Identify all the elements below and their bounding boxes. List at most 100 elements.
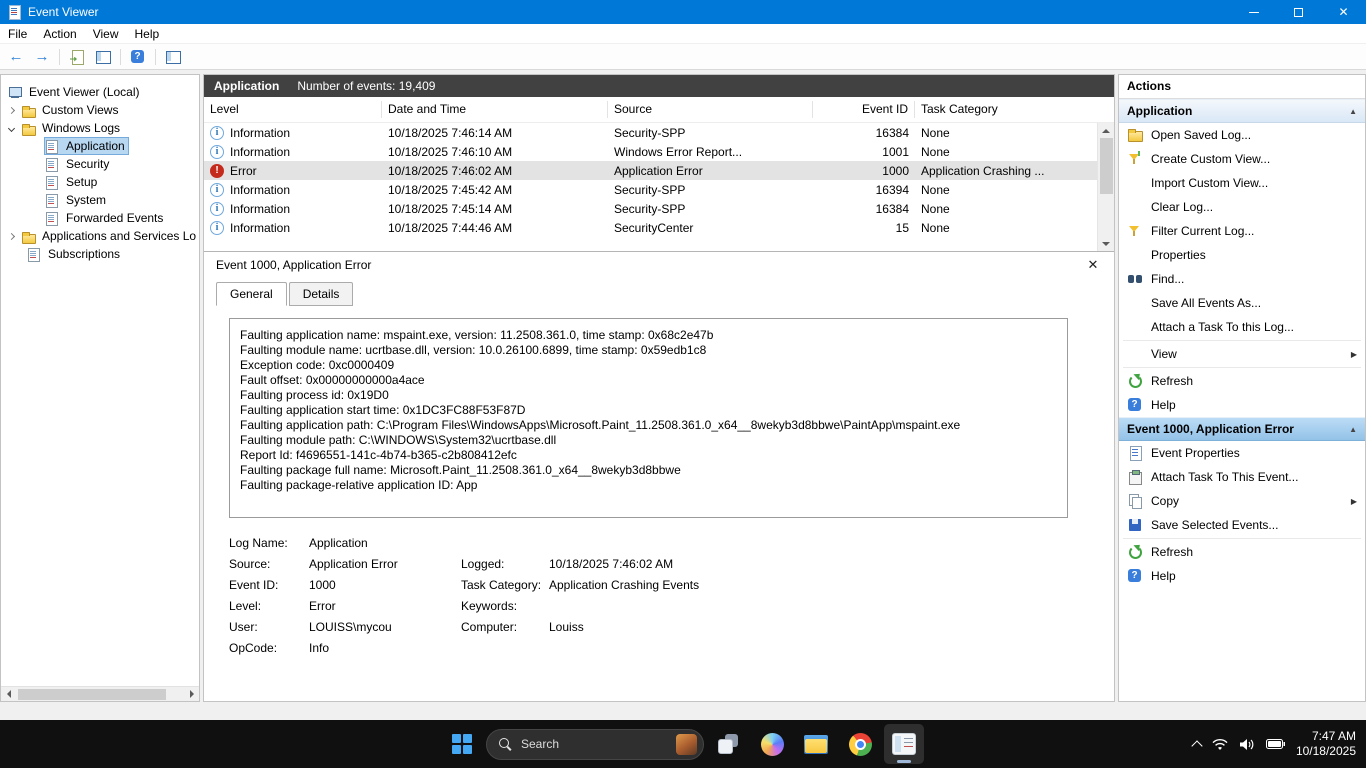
- event-list-panel: Application Number of events: 19,409 Lev…: [203, 74, 1115, 702]
- collapse-arrow-icon[interactable]: ▲: [1349, 425, 1357, 434]
- chevron-down-icon[interactable]: [7, 124, 16, 132]
- tree-horizontal-scrollbar[interactable]: [1, 686, 199, 701]
- column-header-event-id[interactable]: Event ID: [813, 101, 915, 118]
- action-refresh-event[interactable]: Refresh: [1119, 540, 1365, 564]
- description-line: Faulting module name: ucrtbase.dll, vers…: [240, 343, 707, 357]
- tree-item-security[interactable]: Security: [1, 155, 199, 173]
- action-create-custom-view[interactable]: Create Custom View...: [1119, 147, 1365, 171]
- scrollbar-thumb[interactable]: [18, 689, 166, 700]
- event-task-category: None: [921, 125, 950, 140]
- tree-label: Windows Logs: [42, 121, 121, 135]
- chevron-right-icon[interactable]: [7, 232, 16, 240]
- event-viewer-taskbar-button[interactable]: [884, 724, 924, 764]
- action-help-log[interactable]: Help: [1119, 393, 1365, 417]
- chrome-icon: [848, 732, 872, 756]
- back-button[interactable]: ←: [4, 46, 28, 68]
- menu-help[interactable]: Help: [127, 25, 168, 43]
- event-row[interactable]: Information 10/18/2025 7:44:46 AM Securi…: [204, 218, 1097, 237]
- menu-view[interactable]: View: [85, 25, 127, 43]
- action-clear-log[interactable]: Clear Log...: [1119, 195, 1365, 219]
- event-source: SecurityCenter: [614, 220, 694, 235]
- field-value: [549, 599, 1068, 613]
- tree-item-windows-logs[interactable]: Windows Logs: [1, 119, 199, 137]
- action-import-custom-view[interactable]: Import Custom View...: [1119, 171, 1365, 195]
- tree-item-subscriptions[interactable]: Subscriptions: [1, 245, 199, 263]
- event-row[interactable]: Information 10/18/2025 7:45:42 AM Securi…: [204, 180, 1097, 199]
- event-row[interactable]: Information 10/18/2025 7:46:10 AM Window…: [204, 142, 1097, 161]
- column-header-source[interactable]: Source: [608, 101, 813, 118]
- scroll-down-arrow[interactable]: [1098, 236, 1114, 251]
- chevron-right-icon[interactable]: [7, 106, 16, 114]
- event-list-scrollbar[interactable]: [1097, 123, 1114, 251]
- taskbar-search[interactable]: Search: [486, 728, 704, 760]
- action-event-properties[interactable]: Event Properties: [1119, 441, 1365, 465]
- maximize-button[interactable]: [1276, 0, 1321, 24]
- close-button[interactable]: ✕: [1321, 0, 1366, 24]
- error-icon: [210, 163, 224, 178]
- hidden-icons-chevron[interactable]: [1191, 740, 1203, 752]
- tree-item-forwarded-events[interactable]: Forwarded Events: [1, 209, 199, 227]
- wifi-icon[interactable]: [1212, 738, 1228, 751]
- actions-section-event[interactable]: Event 1000, Application Error ▲: [1119, 417, 1365, 441]
- log-title: Application: [214, 79, 280, 93]
- copilot-button[interactable]: [752, 724, 792, 764]
- column-header-date-time[interactable]: Date and Time: [382, 101, 608, 118]
- action-save-all-events-as[interactable]: Save All Events As...: [1119, 291, 1365, 315]
- action-view-submenu[interactable]: View ▶: [1119, 342, 1365, 366]
- task-view-button[interactable]: [708, 724, 748, 764]
- collapse-arrow-icon[interactable]: ▲: [1349, 107, 1357, 116]
- export-list-button[interactable]: [65, 46, 89, 68]
- tree-item-event-viewer-local[interactable]: Event Viewer (Local): [1, 83, 199, 101]
- event-level: Information: [230, 125, 291, 140]
- action-save-selected-events[interactable]: Save Selected Events...: [1119, 513, 1365, 537]
- action-attach-task-to-event[interactable]: Attach Task To This Event...: [1119, 465, 1365, 489]
- tree-item-system[interactable]: System: [1, 191, 199, 209]
- minimize-button[interactable]: [1231, 0, 1276, 24]
- scroll-left-arrow[interactable]: [1, 687, 16, 702]
- action-help-event[interactable]: Help: [1119, 564, 1365, 588]
- file-explorer-button[interactable]: [796, 724, 836, 764]
- action-copy-submenu[interactable]: Copy ▶: [1119, 489, 1365, 513]
- windows-logo-icon: [452, 734, 472, 754]
- log-icon: [45, 175, 60, 190]
- taskbar-clock[interactable]: 7:47 AM 10/18/2025: [1296, 729, 1356, 759]
- tree-label: Forwarded Events: [66, 211, 164, 225]
- event-row-selected[interactable]: Error 10/18/2025 7:46:02 AM Application …: [204, 161, 1097, 180]
- tree-item-application[interactable]: Application: [1, 137, 199, 155]
- show-action-pane-button[interactable]: [161, 46, 185, 68]
- action-open-saved-log[interactable]: Open Saved Log...: [1119, 123, 1365, 147]
- column-header-level[interactable]: Level: [204, 101, 382, 118]
- tree-item-applications-and-services[interactable]: Applications and Services Lo: [1, 227, 199, 245]
- field-label: Source:: [229, 557, 271, 571]
- event-row[interactable]: Information 10/18/2025 7:45:14 AM Securi…: [204, 199, 1097, 218]
- tab-details[interactable]: Details: [288, 282, 354, 306]
- action-attach-task-to-log[interactable]: Attach a Task To this Log...: [1119, 315, 1365, 339]
- show-console-tree-button[interactable]: [91, 46, 115, 68]
- tree-item-setup[interactable]: Setup: [1, 173, 199, 191]
- field-value: Louiss: [549, 620, 584, 634]
- scroll-up-arrow[interactable]: [1098, 123, 1114, 138]
- event-id: 1000: [882, 163, 909, 178]
- column-header-task-category[interactable]: Task Category: [915, 101, 1114, 118]
- forward-button[interactable]: →: [30, 46, 54, 68]
- scroll-right-arrow[interactable]: [184, 687, 199, 702]
- close-detail-icon[interactable]: ✕: [1084, 257, 1102, 273]
- scrollbar-thumb[interactable]: [1100, 138, 1113, 194]
- action-refresh-log[interactable]: Refresh: [1119, 369, 1365, 393]
- menu-file[interactable]: File: [0, 25, 35, 43]
- battery-icon[interactable]: [1265, 739, 1285, 749]
- chrome-button[interactable]: [840, 724, 880, 764]
- help-button[interactable]: [126, 46, 150, 68]
- action-properties[interactable]: Properties: [1119, 243, 1365, 267]
- tree-item-custom-views[interactable]: Custom Views: [1, 101, 199, 119]
- export-document-icon: [69, 49, 85, 65]
- start-button[interactable]: [442, 724, 482, 764]
- action-filter-current-log[interactable]: Filter Current Log...: [1119, 219, 1365, 243]
- menu-action[interactable]: Action: [35, 25, 84, 43]
- action-find[interactable]: Find...: [1119, 267, 1365, 291]
- event-task-category: None: [921, 182, 950, 197]
- volume-icon[interactable]: [1239, 738, 1255, 751]
- actions-section-application[interactable]: Application ▲: [1119, 99, 1365, 123]
- event-row[interactable]: Information 10/18/2025 7:46:14 AM Securi…: [204, 123, 1097, 142]
- tab-general[interactable]: General: [216, 282, 287, 306]
